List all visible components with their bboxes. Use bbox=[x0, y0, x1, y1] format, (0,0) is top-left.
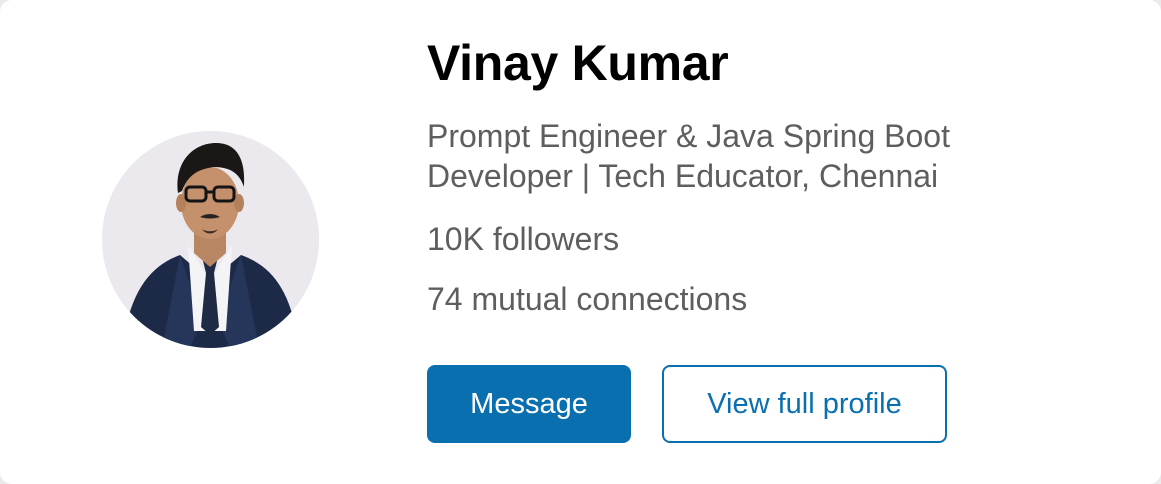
profile-name: Vinay Kumar bbox=[427, 35, 729, 91]
profile-headline: Prompt Engineer & Java Spring Boot Devel… bbox=[427, 118, 950, 194]
profile-photo-icon bbox=[102, 131, 319, 348]
followers-count: 10K followers bbox=[427, 221, 620, 257]
message-button[interactable]: Message bbox=[427, 365, 631, 443]
view-full-profile-button[interactable]: View full profile bbox=[662, 365, 947, 443]
mutual-connections[interactable]: 74 mutual connections bbox=[427, 279, 747, 319]
profile-card: Vinay Kumar Prompt Engineer & Java Sprin… bbox=[0, 0, 1161, 484]
avatar[interactable] bbox=[102, 131, 319, 348]
